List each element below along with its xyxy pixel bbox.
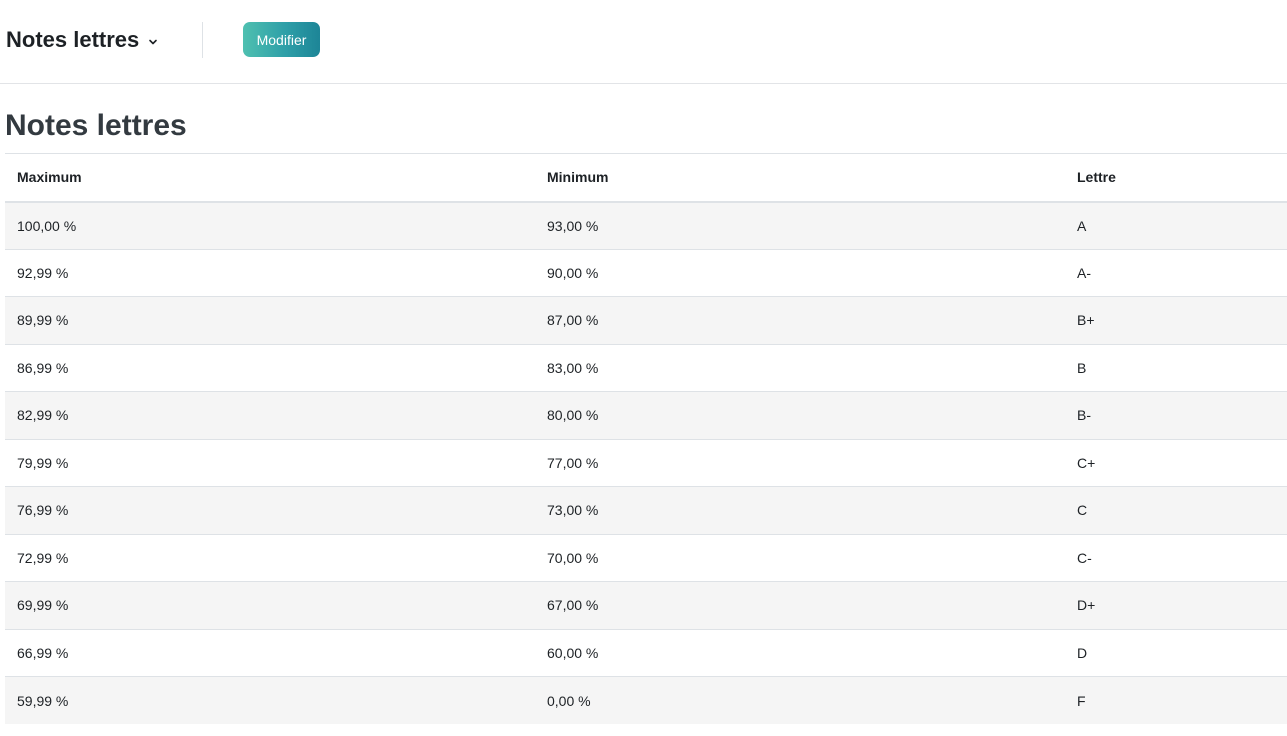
minimum-cell: 70,00 % (535, 533, 1065, 582)
maximum-cell: 89,99 % (5, 296, 535, 344)
maximum-cell: 72,99 % (5, 533, 535, 582)
modify-button[interactable]: Modifier (243, 22, 320, 57)
letter-grades-table: Maximum Minimum Lettre 100,00 % 93,00 % A 9… (5, 153, 1287, 724)
header-divider (202, 22, 203, 58)
chevron-down-icon (149, 39, 158, 45)
maximum-cell: 79,99 % (5, 438, 535, 487)
letter-cell: C+ (1065, 438, 1287, 487)
maximum-cell: 69,99 % (5, 581, 535, 629)
maximum-cell: 82,99 % (5, 391, 535, 439)
table-row: 89,99 % 87,00 % B+ (5, 296, 1287, 344)
table-row: 79,99 % 77,00 % C+ (5, 438, 1287, 487)
column-header-maximum: Maximum (5, 153, 535, 203)
minimum-cell: 77,00 % (535, 438, 1065, 487)
table-row: 59,99 % 0,00 % F (5, 676, 1287, 724)
letter-cell: B (1065, 343, 1287, 392)
report-selector-dropdown[interactable]: Notes lettres (6, 26, 158, 54)
page-title: Notes lettres (5, 109, 187, 142)
letter-cell: A- (1065, 248, 1287, 297)
minimum-cell: 93,00 % (535, 201, 1065, 249)
table-row: 69,99 % 67,00 % D+ (5, 581, 1287, 629)
maximum-cell: 100,00 % (5, 201, 535, 249)
top-bar: Notes lettres Modifier (0, 0, 1287, 84)
table-row: 66,99 % 60,00 % D (5, 628, 1287, 677)
minimum-cell: 67,00 % (535, 581, 1065, 629)
table-row: 76,99 % 73,00 % C (5, 486, 1287, 534)
letter-cell: B- (1065, 391, 1287, 439)
letter-cell: C (1065, 486, 1287, 534)
letter-cell: B+ (1065, 296, 1287, 344)
maximum-cell: 76,99 % (5, 486, 535, 534)
maximum-cell: 86,99 % (5, 343, 535, 392)
maximum-cell: 66,99 % (5, 628, 535, 677)
minimum-cell: 83,00 % (535, 343, 1065, 392)
column-header-minimum: Minimum (535, 153, 1065, 203)
table-header-row: Maximum Minimum Lettre (5, 153, 1287, 203)
minimum-cell: 73,00 % (535, 486, 1065, 534)
table-row: 86,99 % 83,00 % B (5, 343, 1287, 392)
table-row: 92,99 % 90,00 % A- (5, 248, 1287, 297)
minimum-cell: 87,00 % (535, 296, 1065, 344)
minimum-cell: 90,00 % (535, 248, 1065, 297)
letter-cell: D (1065, 628, 1287, 677)
report-selector-label: Notes lettres (6, 27, 140, 52)
table-row: 100,00 % 93,00 % A (5, 201, 1287, 249)
minimum-cell: 0,00 % (535, 676, 1065, 724)
letter-cell: C- (1065, 533, 1287, 582)
table-row: 72,99 % 70,00 % C- (5, 533, 1287, 582)
letter-cell: D+ (1065, 581, 1287, 629)
maximum-cell: 92,99 % (5, 248, 535, 297)
letter-cell: F (1065, 676, 1287, 724)
letter-cell: A (1065, 201, 1287, 249)
maximum-cell: 59,99 % (5, 676, 535, 724)
table-row: 82,99 % 80,00 % B- (5, 391, 1287, 439)
column-header-letter: Lettre (1065, 153, 1287, 203)
minimum-cell: 80,00 % (535, 391, 1065, 439)
minimum-cell: 60,00 % (535, 628, 1065, 677)
